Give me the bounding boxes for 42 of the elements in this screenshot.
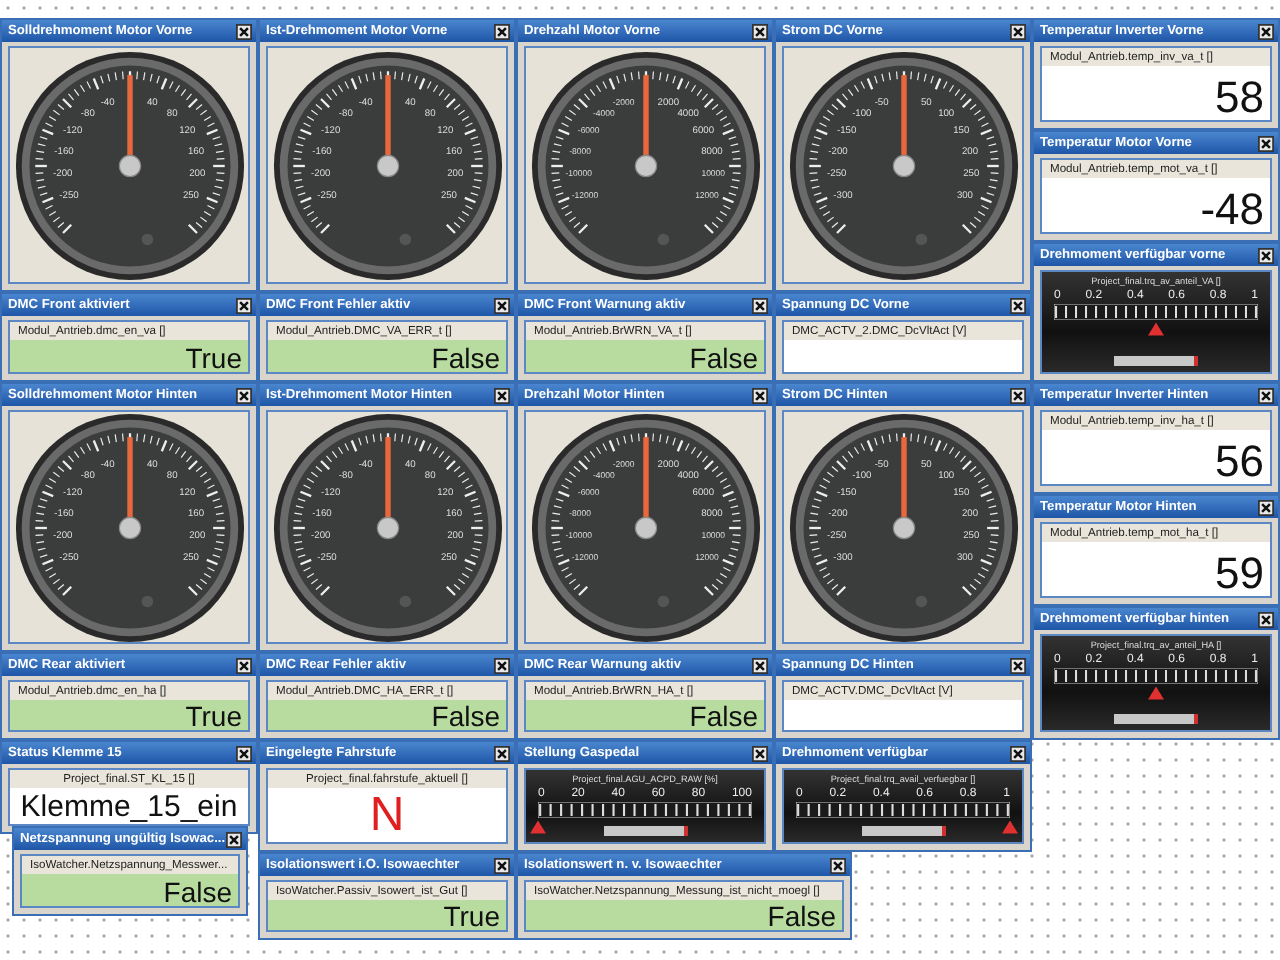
value-bar	[1114, 714, 1198, 724]
value-display: False	[22, 874, 238, 906]
close-icon[interactable]	[236, 745, 252, 761]
close-icon[interactable]	[236, 657, 252, 673]
close-icon[interactable]	[1258, 611, 1274, 627]
close-icon[interactable]	[1258, 387, 1274, 403]
close-icon[interactable]	[1258, 135, 1274, 151]
close-icon[interactable]	[830, 857, 846, 873]
close-icon[interactable]	[1010, 297, 1026, 313]
close-icon[interactable]	[494, 23, 510, 39]
close-icon[interactable]	[752, 657, 768, 673]
close-icon[interactable]	[494, 857, 510, 873]
close-icon[interactable]	[226, 831, 242, 847]
close-icon[interactable]	[752, 23, 768, 39]
close-icon[interactable]	[752, 745, 768, 761]
close-icon[interactable]	[1010, 745, 1026, 761]
close-icon[interactable]	[1258, 499, 1274, 515]
value-display: False	[526, 900, 842, 930]
close-icon[interactable]	[1010, 23, 1026, 39]
value-display: True	[268, 900, 506, 930]
value-display: True	[10, 340, 248, 372]
close-icon[interactable]	[1258, 247, 1274, 263]
close-icon[interactable]	[494, 745, 510, 761]
close-icon[interactable]	[752, 297, 768, 313]
close-icon[interactable]	[494, 297, 510, 313]
close-icon[interactable]	[494, 387, 510, 403]
value-display: False	[268, 340, 506, 372]
close-icon[interactable]	[1010, 387, 1026, 403]
value-display: False	[526, 340, 764, 372]
close-icon[interactable]	[752, 387, 768, 403]
value-display: False	[268, 700, 506, 730]
value-bar	[861, 826, 945, 836]
close-icon[interactable]	[1010, 657, 1026, 673]
close-icon[interactable]	[236, 23, 252, 39]
close-icon[interactable]	[236, 297, 252, 313]
close-icon[interactable]	[236, 387, 252, 403]
value-display: True	[10, 700, 248, 730]
value-bar	[603, 826, 687, 836]
close-icon[interactable]	[1258, 23, 1274, 39]
value-display: False	[526, 700, 764, 730]
value-bar	[1114, 356, 1198, 366]
close-icon[interactable]	[494, 657, 510, 673]
